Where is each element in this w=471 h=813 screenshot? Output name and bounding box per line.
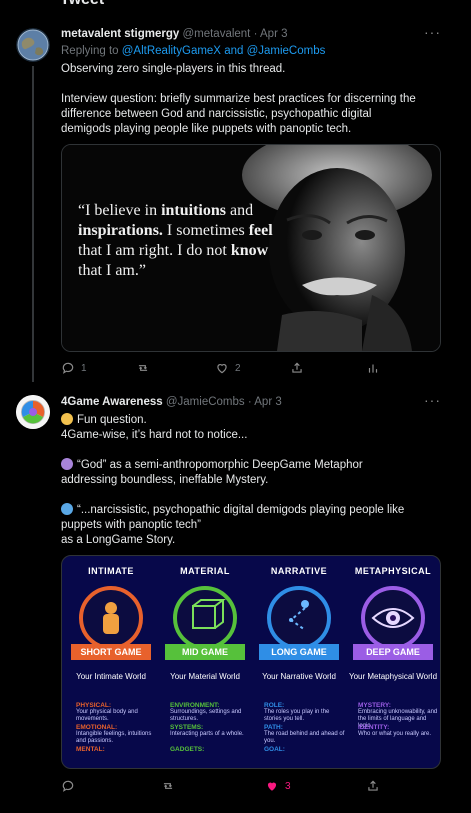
blue-circle-icon — [61, 503, 73, 515]
reply-count: 1 — [81, 362, 87, 374]
author-handle[interactable]: @JamieCombs — [166, 396, 245, 408]
tweet-image-einstein-quote[interactable]: “I believe in intuitions and inspiration… — [61, 144, 441, 352]
game-tag: LONG GAME — [259, 644, 339, 660]
intimate-icon — [79, 586, 143, 650]
mention-link[interactable]: @AltRealityGameX — [122, 45, 221, 57]
infographic-column-metaphysical: METAPHYSICAL DEEP GAME Your Metaphysical W… — [346, 556, 440, 768]
world-item: PATH: The road behind and ahead of you. — [264, 724, 345, 744]
tweet-actions: 3 — [61, 779, 391, 795]
reply-icon — [62, 362, 74, 374]
share-button[interactable] — [366, 779, 380, 793]
world-item: SYSTEMS: Interacting parts of a whole. — [170, 724, 244, 737]
material-icon — [173, 586, 237, 650]
world-label: Your Narrative World — [262, 672, 336, 681]
retweet-button[interactable] — [161, 779, 175, 793]
tweet-date[interactable]: Apr 3 — [260, 28, 288, 40]
column-heading: METAPHYSICAL — [354, 566, 432, 576]
retweet-icon — [163, 783, 173, 789]
tweet-text: Observing zero single-players in this th… — [61, 63, 416, 135]
narrative-icon — [267, 586, 331, 650]
more-options-icon[interactable]: ··· — [424, 24, 441, 40]
like-count: 2 — [235, 362, 241, 374]
share-icon — [292, 362, 302, 373]
column-heading: INTIMATE — [88, 566, 134, 576]
tweet-actions: 1 2 — [61, 361, 391, 377]
world-item: ROLE: The roles you play in the stories y… — [264, 702, 330, 722]
author-handle[interactable]: @metavalent — [182, 28, 250, 40]
more-options-icon[interactable]: ··· — [424, 392, 441, 408]
world-item: ENVIRONMENT: Surroundings, settings and s… — [170, 702, 242, 722]
author-name[interactable]: 4Game Awareness — [61, 396, 163, 408]
column-heading: MATERIAL — [180, 566, 230, 576]
infographic-column-narrative: NARRATIVE LONG GAME Your Narrative World RO… — [252, 556, 346, 768]
analytics-icon — [368, 364, 378, 373]
reply-button[interactable] — [61, 779, 75, 793]
tweet-header: metavalent stigmergy @metavalent · Apr 3 — [61, 28, 288, 40]
tweet-4game-awareness[interactable]: 4Game Awareness @JamieCombs · Apr 3 ··· … — [0, 385, 471, 813]
world-item: GADGETS: — [170, 746, 205, 753]
game-tag: SHORT GAME — [71, 644, 151, 660]
world-item: MENTAL: — [76, 746, 105, 753]
metaphysical-icon — [361, 586, 425, 650]
game-tag: DEEP GAME — [353, 644, 433, 660]
thread-line — [32, 66, 34, 382]
heart-filled-icon — [267, 782, 277, 791]
world-label: Your Intimate World — [76, 672, 146, 681]
tweet-metavalent[interactable]: metavalent stigmergy @metavalent · Apr 3… — [0, 0, 471, 385]
world-item: EMOTIONAL: Intangible feelings, intuition… — [76, 724, 152, 744]
like-button[interactable]: 2 — [215, 361, 241, 375]
avatar-4game-awareness[interactable] — [16, 395, 50, 429]
retweet-icon — [138, 365, 148, 371]
purple-circle-icon — [61, 458, 73, 470]
like-button[interactable]: 3 — [265, 779, 291, 793]
tweet-header: 4Game Awareness @JamieCombs · Apr 3 — [61, 396, 282, 408]
reply-icon — [62, 780, 74, 792]
tweet-date[interactable]: Apr 3 — [254, 396, 282, 408]
heart-icon — [217, 364, 227, 374]
analytics-button[interactable] — [366, 361, 380, 375]
retweet-button[interactable] — [136, 361, 156, 375]
author-name[interactable]: metavalent stigmergy — [61, 28, 179, 40]
infographic-column-intimate: INTIMATE SHORT GAME Your Intimate World PHY… — [64, 556, 158, 768]
world-item: PHYSICAL: Your physical body and movement… — [76, 702, 138, 722]
mention-link[interactable]: @JamieCombs — [247, 45, 326, 57]
game-tag: MID GAME — [165, 644, 245, 660]
world-label: Your Material World — [170, 672, 240, 681]
replying-to: Replying to @AltRealityGameX and @JamieC… — [61, 45, 326, 57]
world-item: GOAL: — [264, 746, 285, 753]
world-label: Your Metaphysical World — [348, 672, 438, 681]
reply-button[interactable]: 1 — [61, 361, 87, 375]
infographic-column-material: MATERIAL MID GAME Your Material World ENVIR… — [158, 556, 252, 768]
share-icon — [368, 780, 378, 791]
tweet-image-4game-infographic[interactable]: INTIMATE SHORT GAME Your Intimate World PHY… — [61, 555, 441, 769]
like-count: 3 — [285, 780, 291, 792]
quote-text: “I believe in intuitions and inspiration… — [78, 202, 273, 279]
avatar-metavalent[interactable] — [16, 28, 50, 62]
column-heading: NARRATIVE — [270, 566, 328, 576]
share-button[interactable] — [290, 361, 304, 375]
world-item: IDENTITY: Who or what you really are. — [358, 724, 432, 737]
tweet-text: Fun question. 4Game-wise, it’s hard not … — [61, 413, 405, 546]
grinning-emoji-icon — [61, 413, 73, 425]
